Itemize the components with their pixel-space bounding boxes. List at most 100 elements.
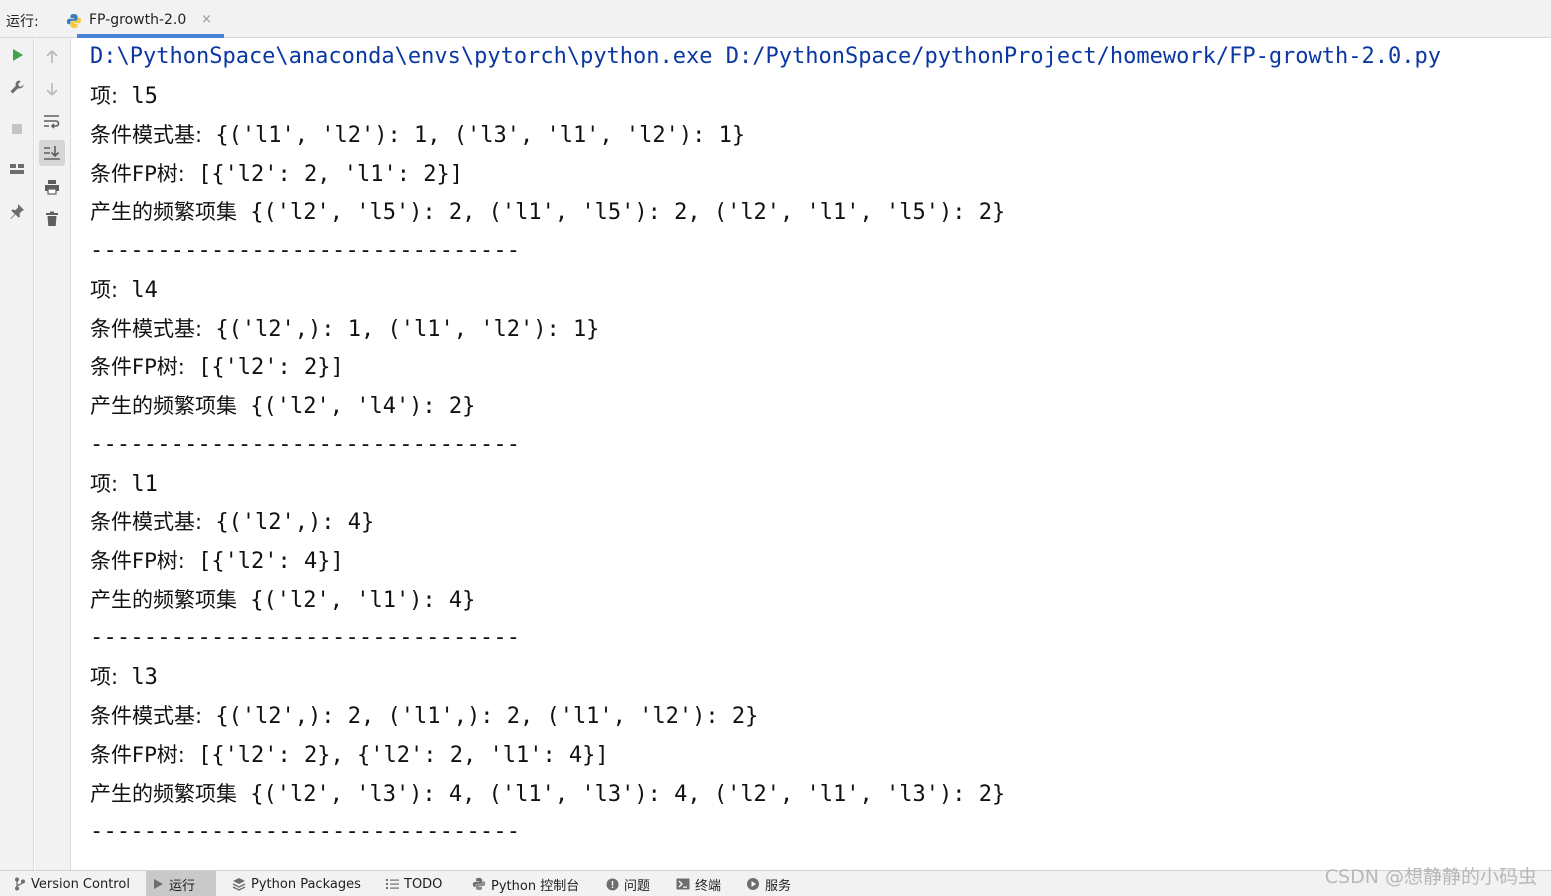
command-line: D:\PythonSpace\anaconda\envs\pytorch\pyt… bbox=[90, 44, 1442, 69]
block-1-base-line: 条件模式基: {('l1', 'l2'): 1, ('l3', 'l1', 'l… bbox=[90, 119, 745, 151]
base-label: 条件模式基: bbox=[90, 317, 203, 341]
problems-tab[interactable]: 问题 bbox=[600, 871, 656, 896]
play-icon bbox=[154, 879, 163, 889]
block-3-freq-line: 产生的频繁项集 {('l2', 'l1'): 4} bbox=[90, 584, 475, 616]
freq-value: {('l2', 'l1'): 4} bbox=[237, 588, 476, 613]
base-label: 条件模式基: bbox=[90, 704, 203, 728]
block-2-freq-line: 产生的频繁项集 {('l2', 'l4'): 2} bbox=[90, 390, 475, 422]
scroll-to-end-icon bbox=[44, 146, 60, 160]
base-value: {('l2',): 2, ('l1',): 2, ('l1', 'l2'): 2… bbox=[202, 704, 759, 729]
block-3-separator: -------------------------------- bbox=[90, 625, 521, 650]
block-1-tree-line: 条件FP树: [{'l2': 2, 'l1': 2}] bbox=[90, 158, 463, 190]
freq-value: {('l2', 'l4'): 2} bbox=[237, 394, 476, 419]
trash-icon bbox=[46, 211, 58, 226]
version-control-label: Version Control bbox=[31, 876, 130, 892]
tree-label: 条件FP树: bbox=[90, 743, 185, 767]
tree-label: 条件FP树: bbox=[90, 162, 185, 186]
block-1-item-line: 项: l5 bbox=[90, 80, 158, 112]
layout-button[interactable] bbox=[4, 156, 30, 182]
clear-all-button[interactable] bbox=[39, 206, 65, 232]
freq-label: 产生的频繁项集 bbox=[90, 782, 237, 806]
services-icon bbox=[747, 878, 759, 890]
todo-tab[interactable]: TODO bbox=[380, 871, 448, 896]
pin-tab-button[interactable] bbox=[4, 198, 30, 224]
pin-icon bbox=[10, 204, 24, 219]
problems-label: 问题 bbox=[624, 878, 651, 894]
tree-label: 条件FP树: bbox=[90, 355, 185, 379]
python-packages-label: Python Packages bbox=[251, 876, 361, 892]
item-label: 项: bbox=[90, 665, 119, 689]
block-3-base-line: 条件模式基: {('l2',): 4} bbox=[90, 506, 374, 538]
block-1-separator: -------------------------------- bbox=[90, 238, 521, 263]
freq-label: 产生的频繁项集 bbox=[90, 588, 237, 612]
up-stack-trace-button[interactable] bbox=[39, 44, 65, 70]
soft-wrap-button[interactable] bbox=[39, 108, 65, 134]
python-file-icon bbox=[67, 14, 81, 28]
list-icon bbox=[386, 879, 399, 889]
python-console-tab[interactable]: Python 控制台 bbox=[466, 871, 585, 896]
layout-icon bbox=[10, 164, 24, 174]
block-4-separator: -------------------------------- bbox=[90, 819, 521, 844]
base-value: {('l2',): 1, ('l1', 'l2'): 1} bbox=[202, 317, 600, 342]
base-label: 条件模式基: bbox=[90, 123, 203, 147]
tree-value: [{'l2': 2, 'l1': 2}] bbox=[184, 162, 463, 187]
block-4-base-line: 条件模式基: {('l2',): 2, ('l1',): 2, ('l1', '… bbox=[90, 700, 758, 732]
run-tab-title: FP-growth-2.0 bbox=[89, 12, 187, 28]
tree-value: [{'l2': 2}] bbox=[184, 355, 344, 380]
layers-icon bbox=[232, 878, 246, 891]
freq-label: 产生的频繁项集 bbox=[90, 394, 237, 418]
branch-icon bbox=[15, 877, 25, 891]
block-2-base-line: 条件模式基: {('l2',): 1, ('l1', 'l2'): 1} bbox=[90, 313, 599, 345]
block-1-freq-line: 产生的频繁项集 {('l2', 'l5'): 2, ('l1', 'l5'): … bbox=[90, 196, 1005, 228]
block-3-item-line: 项: l1 bbox=[90, 468, 158, 500]
console-output[interactable]: D:\PythonSpace\anaconda\envs\pytorch\pyt… bbox=[72, 38, 1551, 870]
down-stack-trace-button[interactable] bbox=[39, 76, 65, 102]
freq-value: {('l2', 'l5'): 2, ('l1', 'l5'): 2, ('l2'… bbox=[237, 200, 1006, 225]
item-label: 项: bbox=[90, 472, 119, 496]
version-control-tab[interactable]: Version Control bbox=[8, 871, 136, 896]
block-4-tree-line: 条件FP树: [{'l2': 2}, {'l2': 2, 'l1': 4}] bbox=[90, 739, 609, 771]
info-icon bbox=[606, 878, 619, 890]
tree-label: 条件FP树: bbox=[90, 549, 185, 573]
watermark: CSDN @想静静的小码虫 bbox=[1324, 866, 1537, 888]
terminal-tab[interactable]: 终端 bbox=[670, 871, 727, 896]
wrench-icon bbox=[10, 80, 24, 94]
run-tab-fp-growth[interactable]: FP-growth-2.0 × bbox=[58, 4, 224, 38]
terminal-label: 终端 bbox=[695, 878, 722, 894]
block-2-item-line: 项: l4 bbox=[90, 274, 158, 306]
close-tab-icon[interactable]: × bbox=[201, 12, 212, 27]
run-label: 运行: bbox=[6, 14, 39, 30]
soft-wrap-icon bbox=[44, 115, 60, 129]
tool-window-bar: Version Control 运行 Python Packages TODO … bbox=[0, 870, 1551, 896]
console-actions-toolbar bbox=[35, 38, 71, 870]
todo-label: TODO bbox=[404, 876, 443, 892]
block-2-tree-line: 条件FP树: [{'l2': 2}] bbox=[90, 351, 344, 383]
item-label: 项: bbox=[90, 84, 119, 108]
printer-icon bbox=[45, 180, 59, 195]
scroll-to-end-button[interactable] bbox=[39, 140, 65, 166]
item-label: 项: bbox=[90, 278, 119, 302]
block-4-item-line: 项: l3 bbox=[90, 661, 158, 693]
stop-button[interactable] bbox=[4, 116, 30, 142]
item-value: l1 bbox=[118, 472, 158, 497]
play-icon bbox=[13, 49, 23, 61]
item-value: l5 bbox=[118, 84, 158, 109]
rerun-button[interactable] bbox=[4, 42, 30, 68]
item-value: l4 bbox=[118, 278, 158, 303]
edit-configuration-button[interactable] bbox=[4, 74, 30, 100]
block-4-freq-line: 产生的频繁项集 {('l2', 'l3'): 4, ('l1', 'l3'): … bbox=[90, 778, 1005, 810]
print-button[interactable] bbox=[39, 174, 65, 200]
python-console-icon bbox=[472, 877, 486, 891]
services-tab[interactable]: 服务 bbox=[740, 871, 797, 896]
freq-value: {('l2', 'l3'): 4, ('l1', 'l3'): 4, ('l2'… bbox=[237, 782, 1006, 807]
terminal-icon bbox=[676, 878, 690, 890]
run-tab-bottom[interactable]: 运行 bbox=[146, 871, 216, 896]
run-tab-bottom-label: 运行 bbox=[169, 878, 196, 894]
block-3-tree-line: 条件FP树: [{'l2': 4}] bbox=[90, 545, 344, 577]
run-tool-window-header: 运行: FP-growth-2.0 × bbox=[0, 0, 1551, 38]
python-packages-tab[interactable]: Python Packages bbox=[226, 871, 367, 896]
python-console-label: Python 控制台 bbox=[491, 878, 580, 894]
base-value: {('l2',): 4} bbox=[202, 510, 375, 535]
base-value: {('l1', 'l2'): 1, ('l3', 'l1', 'l2'): 1} bbox=[202, 123, 746, 148]
block-2-separator: -------------------------------- bbox=[90, 432, 521, 457]
